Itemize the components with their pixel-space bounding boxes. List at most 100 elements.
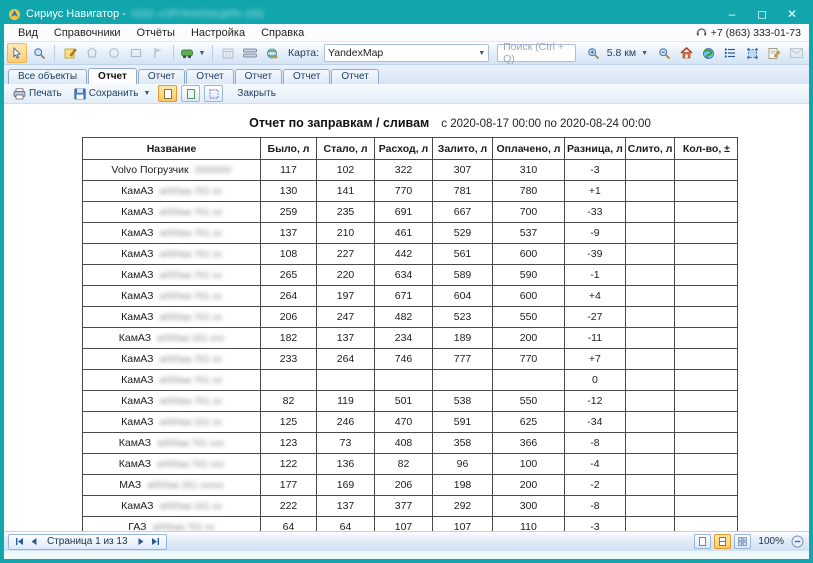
value-cell (675, 349, 738, 370)
redacted-plate: a000aa 761 xx (160, 312, 222, 323)
vehicle-name-cell: КамАЗa000aa 761 xx (83, 370, 261, 391)
prev-page-icon[interactable] (28, 536, 40, 547)
tab-report-3[interactable]: Отчет (186, 69, 233, 84)
column-header: Оплачено, л (493, 138, 565, 160)
value-cell: -11 (565, 328, 626, 349)
page-view-button[interactable] (181, 85, 200, 102)
search-input[interactable]: Поиск (Ctrl + Q) (497, 44, 576, 62)
value-cell (625, 391, 675, 412)
zoom-minus-icon[interactable] (791, 535, 805, 549)
tab-report-4[interactable]: Отчет (235, 69, 282, 84)
zoom-icon[interactable] (29, 43, 49, 63)
road-icon[interactable] (240, 43, 260, 63)
rect-icon[interactable] (126, 43, 146, 63)
support-phone-number: +7 (863) 333-01-73 (711, 27, 801, 39)
close-icon[interactable]: ✕ (777, 6, 807, 23)
single-page-icon (164, 89, 172, 99)
circle-icon[interactable] (104, 43, 124, 63)
close-report-button[interactable]: Закрыть (233, 87, 280, 100)
title-bar: Сириус Навигатор - ООО «ОРГАНИЗАЦИЯ» (00… (4, 4, 809, 24)
value-cell: 222 (261, 496, 317, 517)
menu-item-3[interactable]: Настройка (183, 26, 253, 40)
value-cell: -12 (565, 391, 626, 412)
value-cell: 770 (493, 349, 565, 370)
next-page-icon[interactable] (135, 536, 147, 547)
value-cell: -27 (565, 307, 626, 328)
tab-report-5[interactable]: Отчет (283, 69, 330, 84)
multi-page-view-button[interactable] (734, 534, 751, 549)
menu-item-4[interactable]: Справка (253, 26, 312, 40)
value-cell: 107 (375, 517, 433, 532)
value-cell (675, 223, 738, 244)
table-row: КамАЗa000aa 761 xx82119501538550-12 (83, 391, 738, 412)
tab-report-6[interactable]: Отчет (331, 69, 378, 84)
value-cell: 550 (493, 391, 565, 412)
home-icon[interactable] (676, 43, 696, 63)
edit-note-icon[interactable] (764, 43, 784, 63)
value-cell: -3 (565, 160, 626, 181)
first-page-icon[interactable] (13, 536, 25, 547)
table-row: КамАЗa000aa 761 xxx1221368296100-4 (83, 454, 738, 475)
fit-selection-icon[interactable] (742, 43, 762, 63)
table-row: КамАЗa000aa 761 xx130141770781780+1 (83, 181, 738, 202)
value-cell: 408 (375, 433, 433, 454)
polygon-icon[interactable] (82, 43, 102, 63)
value-cell: 770 (375, 181, 433, 202)
toolbar-separator (212, 45, 213, 61)
last-page-icon[interactable] (150, 536, 162, 547)
zoom-out-icon[interactable] (654, 43, 674, 63)
calendar-icon[interactable] (218, 43, 238, 63)
save-button[interactable]: Сохранить ▼ (70, 87, 155, 101)
tab-report-2[interactable]: Отчет (138, 69, 185, 84)
print-button[interactable]: Печать (9, 87, 66, 101)
value-cell: -4 (565, 454, 626, 475)
redacted-plate: a000aa 761 xx (160, 249, 222, 260)
pointer-icon[interactable] (7, 43, 27, 63)
menu-item-1[interactable]: Справочники (46, 26, 129, 40)
single-page-view-button[interactable] (694, 534, 711, 549)
value-cell (625, 286, 675, 307)
value-cell (433, 370, 493, 391)
zoom-in-icon[interactable] (584, 43, 604, 63)
map-scale-value[interactable]: 5.8 км (607, 47, 636, 59)
value-cell (675, 475, 738, 496)
main-toolbar: ▼ Карта: YandexMap ▼ Поиск (Ctrl + Q) 5.… (4, 42, 809, 65)
value-cell: 442 (375, 244, 433, 265)
value-cell: 322 (375, 160, 433, 181)
vehicle-icon[interactable]: ▼ (179, 43, 207, 63)
globe-export-icon[interactable] (262, 43, 282, 63)
report-table: НазваниеБыло, лСтало, лРасход, лЗалито, … (82, 137, 738, 531)
value-cell: 307 (433, 160, 493, 181)
map-select[interactable]: YandexMap ▼ (324, 44, 489, 62)
flag-icon[interactable] (148, 43, 168, 63)
menu-item-2[interactable]: Отчёты (129, 26, 183, 40)
value-cell: 107 (433, 517, 493, 532)
tab-all-objects[interactable]: Все объекты (8, 69, 87, 84)
tab-report-1[interactable]: Отчет (88, 68, 137, 84)
status-bar: Страница 1 из 13 100% (4, 531, 809, 551)
page-setup-button[interactable] (158, 85, 177, 102)
value-cell (675, 181, 738, 202)
maximize-icon[interactable]: ◻ (747, 6, 777, 23)
vehicle-name-cell: КамАЗa000aa 761 xx (83, 223, 261, 244)
value-cell: 137 (261, 223, 317, 244)
fit-width-view-button[interactable] (714, 534, 731, 549)
fit-page-button[interactable] (204, 85, 223, 102)
value-cell: 529 (433, 223, 493, 244)
redacted-plate: a000aa 161 xx (160, 501, 222, 512)
legend-list-icon[interactable] (720, 43, 740, 63)
value-cell (317, 370, 375, 391)
value-cell: 182 (261, 328, 317, 349)
value-cell (675, 370, 738, 391)
window-title-redacted: ООО «ОРГАНИЗАЦИЯ» (00) (131, 9, 264, 20)
value-cell (375, 370, 433, 391)
minimize-icon[interactable]: – (717, 6, 747, 23)
chevron-down-icon[interactable]: ▼ (641, 50, 648, 57)
menu-item-0[interactable]: Вид (10, 26, 46, 40)
message-icon[interactable] (786, 43, 806, 63)
app-logo-icon (8, 8, 21, 21)
value-cell: 117 (261, 160, 317, 181)
table-row: КамАЗa000aa 761 xx264197671604600+4 (83, 286, 738, 307)
edit-map-icon[interactable] (60, 43, 80, 63)
globe-icon[interactable] (698, 43, 718, 63)
